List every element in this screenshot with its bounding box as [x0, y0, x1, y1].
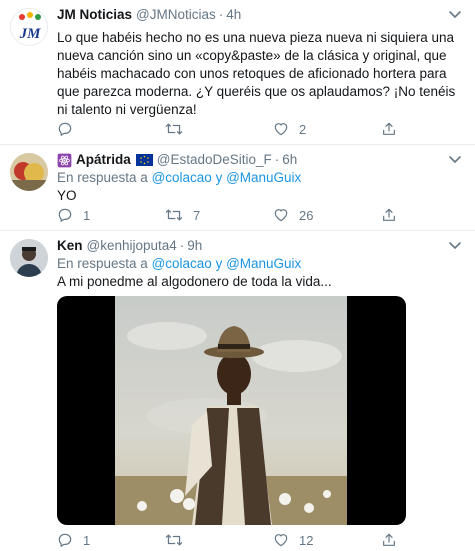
like-button[interactable]: 26 — [273, 205, 313, 225]
retweet-icon — [165, 123, 183, 135]
retweet-button[interactable] — [165, 119, 193, 139]
like-count: 2 — [299, 121, 307, 137]
chevron-down-icon[interactable] — [445, 6, 465, 24]
share-icon — [383, 533, 395, 546]
reply-button[interactable]: 1 — [57, 530, 90, 550]
author-handle[interactable]: @kenhijoputa4 — [87, 237, 177, 255]
reply-button[interactable]: 1 — [57, 205, 90, 225]
tweet-time[interactable]: 6h — [282, 151, 297, 169]
tweet-media-image[interactable] — [57, 296, 406, 525]
author-name[interactable]: JM Noticias — [57, 6, 132, 24]
tweet-1[interactable]: JM JM Noticias @JMNoticias · 4h Lo que h… — [0, 0, 475, 145]
avatar-image — [10, 239, 48, 277]
reply-context: En respuesta a @colacao y @ManuGuix — [57, 255, 465, 273]
tweet-actions: 2 — [57, 119, 402, 139]
tweet-time[interactable]: 9h — [187, 237, 202, 255]
avatar-image — [10, 153, 48, 191]
reply-button[interactable] — [57, 119, 83, 139]
reply-users-link[interactable]: @colacao y @ManuGuix — [152, 170, 302, 185]
tweet-actions: 1 12 — [57, 530, 402, 550]
atom-icon — [57, 153, 72, 167]
tweet-text: YO — [57, 188, 77, 203]
separator-dot: · — [179, 238, 185, 253]
heart-icon — [274, 209, 288, 222]
author-name[interactable]: Ken — [57, 237, 83, 255]
avatar[interactable]: JM — [10, 8, 48, 46]
retweet-icon — [165, 534, 183, 546]
chevron-down-icon[interactable] — [445, 237, 465, 255]
tweet-text: A mi ponedme al algodonero de toda la vi… — [57, 274, 332, 289]
reply-prefix: En respuesta a — [57, 256, 148, 271]
heart-icon — [274, 123, 288, 136]
author-name[interactable]: Apátrida — [76, 151, 131, 169]
author-handle[interactable]: @JMNoticias — [136, 6, 216, 24]
share-icon — [383, 208, 395, 221]
jm-logo-icon: JM — [19, 12, 42, 42]
reply-context: En respuesta a @colacao y @ManuGuix — [57, 169, 465, 187]
retweet-icon — [165, 209, 183, 221]
separator-dot: · — [274, 152, 280, 167]
eu-flag-icon — [135, 154, 153, 166]
chevron-down-icon[interactable] — [445, 151, 465, 169]
reply-icon — [58, 208, 72, 222]
heart-icon — [274, 534, 288, 547]
share-button[interactable] — [381, 119, 397, 139]
retweet-count: 7 — [193, 207, 201, 223]
tweet-time[interactable]: 4h — [226, 6, 241, 24]
like-count: 26 — [299, 207, 314, 223]
author-handle[interactable]: @EstadoDeSitio_F — [157, 151, 272, 169]
like-count: 12 — [299, 532, 314, 548]
tweet-actions: 1 7 26 — [57, 205, 402, 225]
avatar[interactable] — [10, 153, 48, 191]
like-button[interactable]: 12 — [273, 530, 313, 550]
share-icon — [383, 122, 395, 135]
reply-icon — [58, 533, 72, 547]
logo-text: JM — [19, 26, 42, 42]
tweet-2[interactable]: Apátrida @EstadoDeSitio_F · 6h En respue… — [0, 145, 475, 231]
separator-dot: · — [218, 7, 224, 22]
reply-count: 1 — [83, 207, 91, 223]
reply-users-link[interactable]: @colacao y @ManuGuix — [152, 256, 302, 271]
painting-image — [115, 296, 347, 525]
reply-icon — [58, 122, 72, 136]
share-button[interactable] — [381, 205, 397, 225]
retweet-button[interactable] — [165, 530, 193, 550]
tweet-text: Lo que habéis hecho no es una nueva piez… — [57, 30, 456, 117]
reply-prefix: En respuesta a — [57, 170, 148, 185]
reply-count: 1 — [83, 532, 91, 548]
like-button[interactable]: 2 — [273, 119, 306, 139]
avatar[interactable] — [10, 239, 48, 277]
retweet-button[interactable]: 7 — [165, 205, 200, 225]
share-button[interactable] — [381, 530, 397, 550]
